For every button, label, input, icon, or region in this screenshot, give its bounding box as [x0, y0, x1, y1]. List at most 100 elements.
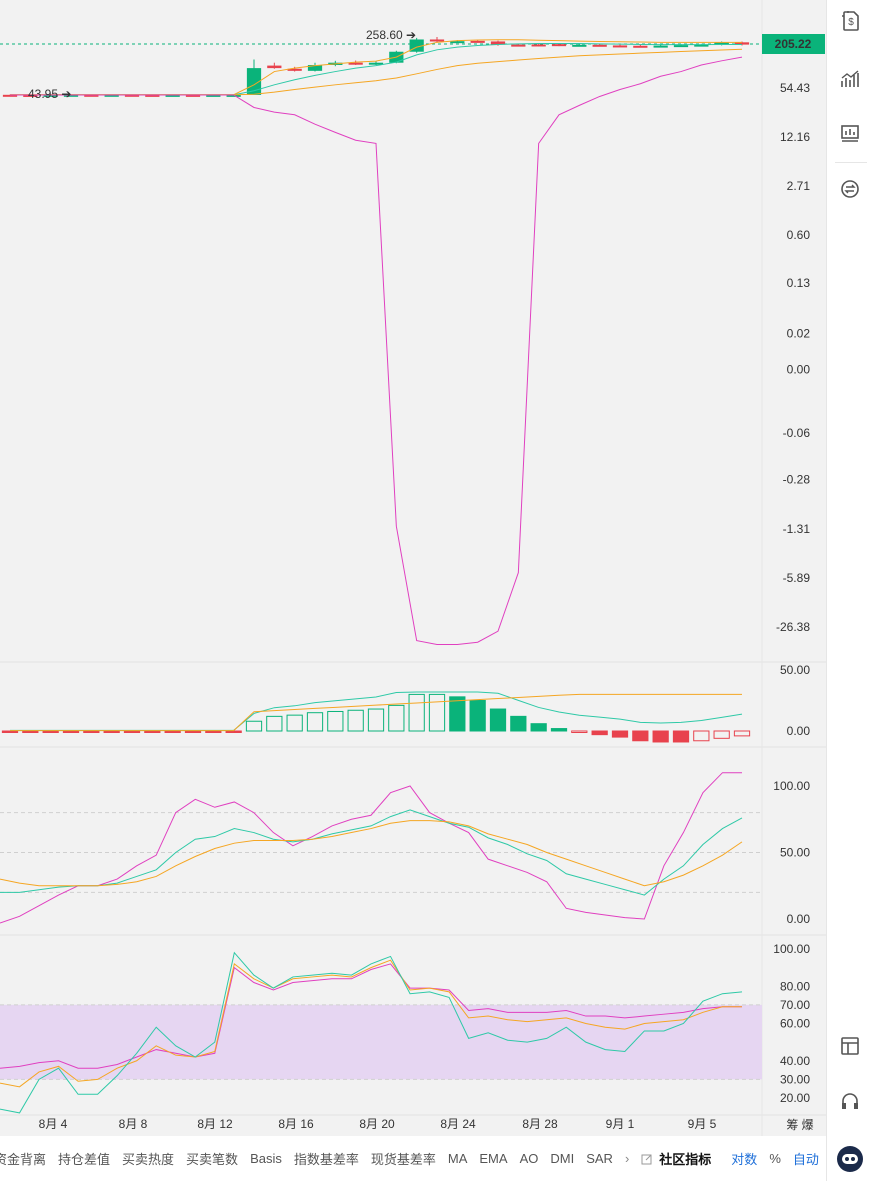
indicator-tab[interactable]: EMA [479, 1151, 507, 1166]
candle [267, 62, 282, 69]
candle-body [531, 44, 546, 47]
ma-line-1 [10, 43, 742, 96]
candle-body [267, 65, 282, 69]
candle-body [572, 44, 587, 47]
axis-corner-label: 筹 爆 [786, 1118, 813, 1132]
high-price-marker: 258.60 ➔ [366, 28, 416, 42]
log-scale-toggle[interactable]: 对数 [731, 1149, 757, 1168]
assistant-bot-icon[interactable] [837, 1146, 863, 1172]
indicator-tab[interactable]: 资金背离 [0, 1149, 46, 1168]
price-axis-label: 0.13 [787, 276, 811, 290]
chart-canvas[interactable]: 258.60 ➔ 43.95 ➔ 54.43 12.16 2.71 0.60 0.13 0.… [0, 0, 826, 1136]
price-axis-label: -0.28 [783, 472, 811, 486]
layout-icon[interactable] [837, 1033, 863, 1059]
macd-histogram-bar [22, 730, 39, 733]
macd-histogram-bar [733, 730, 751, 737]
date-axis-label: 9月 5 [688, 1117, 717, 1131]
kdj-line-2 [0, 820, 743, 887]
indicator-tab[interactable]: SAR [586, 1151, 613, 1166]
candle-body [592, 44, 607, 47]
macd-histogram-bar [245, 720, 263, 732]
macd-dea-line [10, 693, 742, 732]
macd-histogram-bar [286, 714, 303, 732]
indicator-monitor-icon[interactable] [837, 120, 863, 146]
kdj-pane [0, 772, 762, 924]
chart-area[interactable]: 258.60 ➔ 43.95 ➔ 54.43 12.16 2.71 0.60 0.13 0.… [0, 0, 826, 1136]
candle [307, 62, 323, 72]
indicator-tab[interactable]: 持仓差值 [58, 1149, 110, 1168]
macd-histogram-bar [103, 730, 120, 733]
axis-layer: 54.43 12.16 2.71 0.60 0.13 0.02 0.00 -0.06 -0.28… [39, 34, 825, 1132]
date-axis-label: 8月 4 [39, 1117, 68, 1131]
date-axis-label: 9月 1 [606, 1117, 635, 1131]
rsi-axis-label: 70.00 [780, 998, 810, 1012]
ma-line-3 [10, 56, 743, 645]
current-price-tag: 205.22 [762, 34, 825, 54]
rsi-axis-label: 40.00 [780, 1054, 810, 1068]
indicator-tab[interactable]: 买卖热度 [122, 1149, 174, 1168]
macd-histogram-bar [388, 704, 405, 732]
date-axis-label: 8月 20 [359, 1117, 395, 1131]
macd-axis-label: 50.00 [780, 663, 810, 677]
more-tabs-chevron-icon[interactable]: › [625, 1151, 629, 1166]
price-axis-label: -0.06 [783, 426, 811, 440]
indicator-tab[interactable]: Basis [250, 1151, 282, 1166]
macd-histogram-bar [123, 730, 141, 733]
macd-histogram-bar [205, 730, 222, 733]
indicator-tab[interactable]: 现货基差率 [371, 1149, 436, 1168]
indicator-tab[interactable]: MA [448, 1151, 468, 1166]
macd-histogram-bar [266, 715, 283, 732]
kdj-axis-label: 50.00 [780, 846, 810, 860]
macd-histogram-bar [144, 730, 161, 733]
macd-histogram-bar [42, 730, 59, 733]
rsi-axis-label: 80.00 [780, 979, 810, 993]
indicator-tab-bar: 资金背离 持仓差值 买卖热度 买卖笔数 Basis 指数基差率 现货基差率 MA EMA AO DM… [0, 1136, 826, 1181]
candle-body [429, 39, 445, 42]
macd-histogram-bar [693, 730, 710, 742]
indicator-tab[interactable]: 买卖笔数 [186, 1149, 238, 1168]
date-axis-label: 8月 8 [119, 1117, 148, 1131]
macd-histogram-bar [164, 730, 181, 733]
macd-histogram-bar [591, 730, 608, 736]
indicator-tab[interactable]: DMI [550, 1151, 574, 1166]
svg-text:$: $ [848, 17, 854, 28]
edit-indicator-icon[interactable] [641, 1153, 653, 1165]
support-headset-icon[interactable] [837, 1089, 863, 1115]
swap-icon[interactable] [837, 176, 863, 202]
percent-scale-toggle[interactable]: % [769, 1151, 781, 1166]
price-doc-icon[interactable]: $ [837, 8, 863, 34]
macd-histogram-bar [611, 730, 629, 738]
current-price-label: 205.22 [775, 37, 812, 51]
macd-dif-line [10, 691, 743, 731]
date-axis-label: 8月 24 [440, 1117, 476, 1131]
main-price-pane: 258.60 ➔ 43.95 ➔ [0, 28, 762, 645]
indicator-tab[interactable]: 指数基差率 [294, 1149, 359, 1168]
ma-line-2 [10, 48, 743, 96]
macd-axis-label: 0.00 [787, 724, 811, 738]
candle-body [551, 44, 567, 47]
date-axis-label: 8月 28 [522, 1117, 558, 1131]
candle-body [673, 45, 689, 48]
candle-body [470, 40, 485, 43]
macd-histogram-bar [510, 715, 527, 732]
candle-body [653, 45, 668, 48]
auto-scale-toggle[interactable]: 自动 [793, 1149, 819, 1168]
indicator-tab[interactable]: AO [520, 1151, 539, 1166]
price-axis-label: -26.38 [776, 620, 810, 634]
grid-layer [0, 0, 826, 1136]
macd-histogram-bar [1, 730, 19, 733]
macd-histogram-bar [225, 730, 242, 733]
community-indicators-tab[interactable]: 社区指标 [659, 1149, 711, 1168]
macd-histogram-bar [83, 730, 100, 733]
price-axis-label: 2.71 [787, 179, 811, 193]
macd-histogram-bar [367, 708, 385, 732]
right-sidebar: $ [826, 0, 873, 1181]
price-axis-label: -5.89 [783, 571, 811, 585]
macd-histogram-bar [632, 730, 649, 742]
kdj-axis-label: 0.00 [787, 912, 811, 926]
candle-body [612, 45, 628, 48]
trend-chart-icon[interactable] [837, 66, 863, 92]
macd-histogram-bar [347, 709, 364, 732]
price-axis-label: 0.60 [787, 228, 811, 242]
candle-body [511, 44, 526, 47]
